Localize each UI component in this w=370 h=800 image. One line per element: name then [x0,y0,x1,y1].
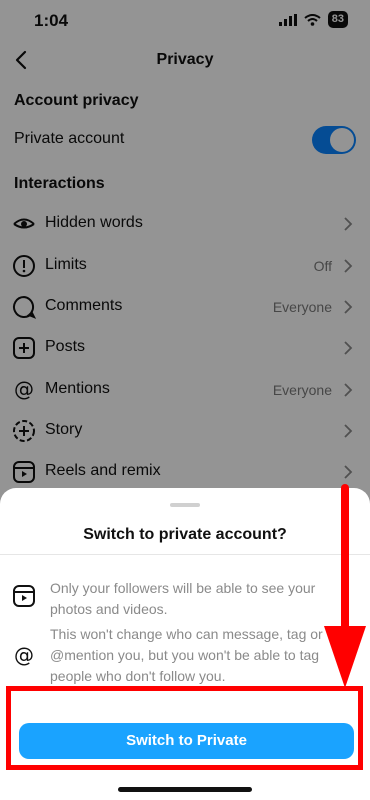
svg-text:@: @ [14,644,34,667]
divider [0,554,370,555]
annotation-arrow-icon [324,484,366,688]
sheet-grabber[interactable] [170,503,200,507]
highlight-box: Switch to Private [6,686,363,770]
switch-to-private-button[interactable]: Switch to Private [19,723,354,759]
info-text: This won't change who can message, tag o… [50,626,323,684]
reels-icon [13,585,35,607]
home-indicator [118,787,252,792]
info-text: Only your followers will be able to see … [50,580,316,617]
at-sign-icon: @ [14,644,34,667]
sheet-title: Switch to private account? [83,526,287,543]
